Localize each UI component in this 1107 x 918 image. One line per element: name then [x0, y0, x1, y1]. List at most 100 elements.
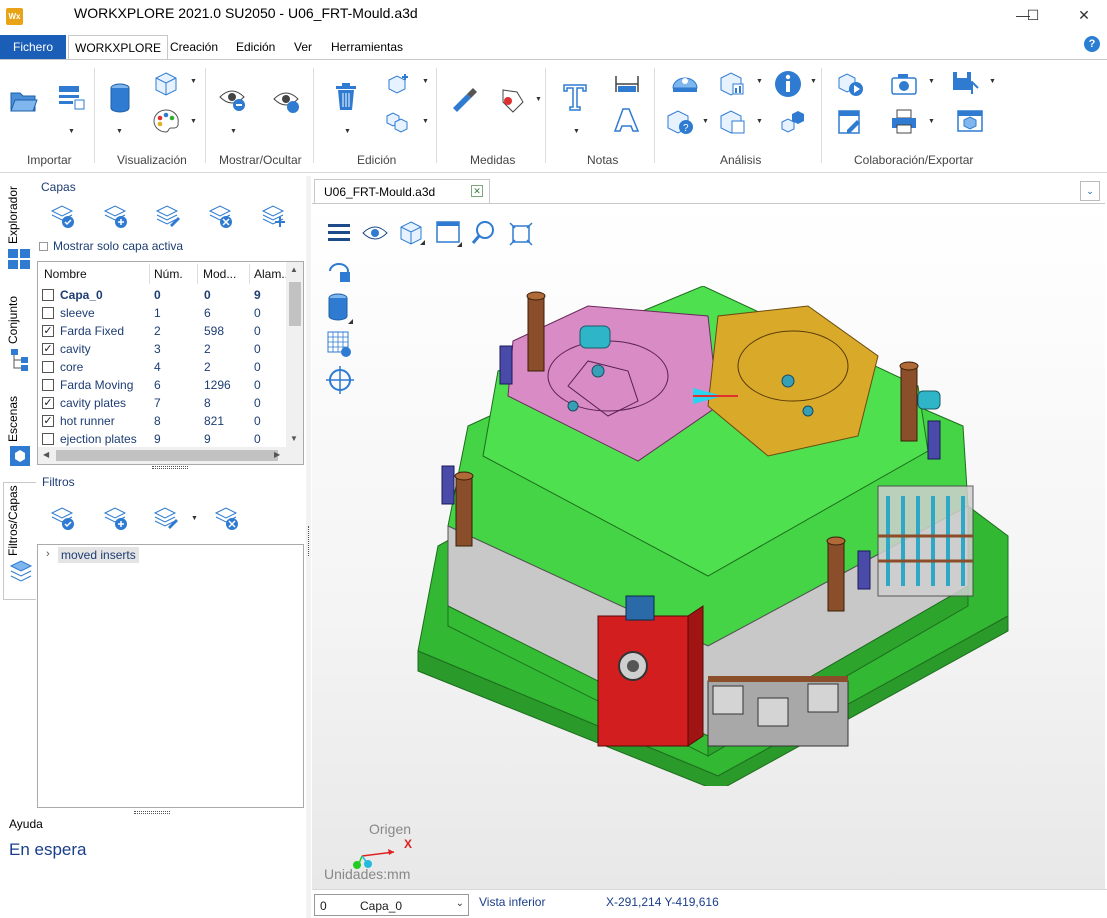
analysis-stats-icon[interactable] — [717, 108, 747, 136]
show-active-layer-checkbox[interactable]: Mostrar solo capa activa — [39, 239, 183, 253]
tab-escenas[interactable]: Escenas — [6, 396, 20, 442]
text-note-icon[interactable] — [561, 82, 589, 112]
3d-viewport[interactable]: X — [312, 203, 1105, 889]
layer-row[interactable]: sleeve 1 6 0 — [38, 304, 288, 322]
info-icon[interactable] — [774, 70, 802, 98]
tab-edicion[interactable]: Edición — [236, 35, 275, 59]
layer-cylinder-icon[interactable] — [108, 82, 132, 114]
layer-display-icon[interactable] — [326, 292, 354, 326]
layer-row[interactable]: Capa_0 0 0 9 — [38, 286, 288, 304]
import-list-icon[interactable] — [57, 84, 85, 112]
tab-filtros-capas[interactable]: Filtros/Capas — [6, 485, 20, 556]
layer-row[interactable]: ✓ hot runner 8 821 0 — [38, 412, 288, 430]
layer-dropdown-icon[interactable]: ▼ — [116, 128, 123, 135]
layer-row[interactable]: ✓ cavity plates 7 8 0 — [38, 394, 288, 412]
print-icon[interactable] — [889, 108, 919, 136]
import-dropdown-icon[interactable]: ▼ — [68, 128, 75, 135]
vertical-splitter[interactable] — [306, 176, 311, 918]
viewport-menu-icon[interactable] — [326, 221, 352, 245]
camera-capture-icon[interactable] — [889, 70, 919, 98]
copy-dropdown-icon[interactable]: ▼ — [422, 118, 429, 125]
animation-play-icon[interactable] — [835, 70, 865, 98]
filter-show-icon[interactable] — [50, 505, 76, 531]
view-window-icon[interactable] — [434, 219, 464, 249]
document-tab[interactable]: U06_FRT-Mould.a3d ✕ — [314, 179, 490, 203]
measure-dropdown-icon[interactable]: ▼ — [535, 96, 542, 103]
analysis-dome-icon[interactable] — [670, 70, 700, 98]
dimension-note-icon[interactable] — [613, 72, 641, 96]
column-header-mod[interactable]: Mod... — [203, 267, 236, 281]
info-dropdown-icon[interactable]: ▼ — [810, 78, 817, 85]
chevron-down-icon[interactable]: ⌄ — [456, 898, 464, 909]
layer-row[interactable]: core 4 2 0 — [38, 358, 288, 376]
move-dropdown-icon[interactable]: ▼ — [422, 78, 429, 85]
cube-dropdown-icon[interactable]: ▼ — [190, 78, 197, 85]
help-icon[interactable]: ? — [1084, 36, 1100, 52]
tab-file[interactable]: Fichero — [0, 35, 66, 59]
layer-visibility-checkbox[interactable] — [42, 307, 54, 319]
tab-workxplore[interactable]: WORKXPLORE — [68, 35, 169, 59]
layer-row[interactable]: ✓ cavity 3 2 0 — [38, 340, 288, 358]
layer-visibility-checkbox[interactable]: ✓ — [42, 397, 54, 409]
delete-dropdown-icon[interactable]: ▼ — [344, 128, 351, 135]
delete-trash-icon[interactable] — [333, 82, 359, 112]
camera-dropdown-icon[interactable]: ▼ — [928, 78, 935, 85]
3d-text-icon[interactable] — [613, 106, 641, 134]
export-save-icon[interactable] — [950, 68, 982, 98]
layer-visibility-checkbox[interactable] — [42, 361, 54, 373]
layer-row[interactable]: ejection plates 9 9 0 — [38, 430, 288, 448]
tab-explorador[interactable]: Explorador — [6, 186, 20, 244]
analysis-question-icon[interactable]: ? — [664, 108, 696, 136]
tab-conjunto[interactable]: Conjunto — [6, 296, 20, 344]
show-refresh-eye-icon[interactable] — [272, 86, 302, 116]
rotate-lock-icon[interactable] — [326, 258, 354, 286]
scroll-left-arrow-icon[interactable]: ◀ — [43, 450, 49, 459]
chevron-right-icon[interactable]: › — [46, 548, 50, 560]
filter-edit-dropdown-icon[interactable]: ▼ — [191, 515, 198, 522]
analysis-parts-icon[interactable] — [778, 108, 808, 136]
panel-splitter-grip[interactable] — [134, 811, 170, 814]
analysis-question-dropdown-icon[interactable]: ▼ — [702, 118, 709, 125]
copy-box-icon[interactable] — [383, 108, 413, 136]
tab-herramientas[interactable]: Herramientas — [331, 35, 403, 59]
filter-add-icon[interactable] — [103, 505, 129, 531]
zoom-fit-icon[interactable] — [508, 221, 534, 247]
scroll-up-arrow-icon[interactable]: ▲ — [290, 265, 298, 274]
layer-merge-icon[interactable] — [261, 203, 287, 229]
scenes-icon[interactable] — [8, 444, 32, 468]
assembly-tree-icon[interactable] — [9, 347, 31, 373]
filter-delete-icon[interactable] — [214, 505, 240, 531]
view-eye-icon[interactable] — [361, 221, 391, 245]
column-header-nombre[interactable]: Nombre — [44, 267, 87, 281]
palette-dropdown-icon[interactable]: ▼ — [190, 118, 197, 125]
layers-vertical-scrollbar[interactable]: ▲ ▼ — [286, 262, 303, 448]
hide-dropdown-icon[interactable]: ▼ — [230, 128, 237, 135]
layer-visibility-checkbox[interactable] — [42, 433, 54, 445]
edit-document-icon[interactable] — [835, 108, 865, 136]
column-divider[interactable] — [249, 264, 250, 284]
layers-vertical-scroll-thumb[interactable] — [289, 282, 301, 326]
layer-visibility-checkbox[interactable]: ✓ — [42, 343, 54, 355]
view-cube-icon[interactable] — [398, 219, 428, 249]
layers-horizontal-scroll-thumb[interactable] — [56, 450, 278, 461]
layer-visibility-checkbox[interactable]: ✓ — [42, 415, 54, 427]
panel-splitter-grip[interactable] — [152, 466, 188, 469]
move-box-icon[interactable] — [383, 70, 413, 98]
column-header-num[interactable]: Núm. — [154, 267, 183, 281]
tab-close-icon[interactable]: ✕ — [471, 185, 483, 197]
analysis-chart-dropdown-icon[interactable]: ▼ — [756, 78, 763, 85]
column-divider[interactable] — [149, 264, 150, 284]
layer-row[interactable]: ✓ Farda Fixed 2 598 0 — [38, 322, 288, 340]
tab-creacion[interactable]: Creación — [170, 35, 218, 59]
print-dropdown-icon[interactable]: ▼ — [928, 118, 935, 125]
close-button[interactable]: ✕ — [1061, 0, 1107, 30]
grid-view-icon[interactable] — [326, 330, 354, 358]
layer-show-icon[interactable] — [50, 203, 76, 229]
zoom-icon[interactable] — [470, 219, 500, 249]
show-active-checkbox-box[interactable] — [39, 242, 48, 251]
export-dropdown-icon[interactable]: ▼ — [989, 78, 996, 85]
layers-eye-icon[interactable] — [8, 558, 34, 584]
measure-caliper-icon[interactable] — [449, 86, 479, 114]
layer-visibility-checkbox[interactable] — [42, 379, 54, 391]
layer-visibility-checkbox[interactable]: ✓ — [42, 325, 54, 337]
